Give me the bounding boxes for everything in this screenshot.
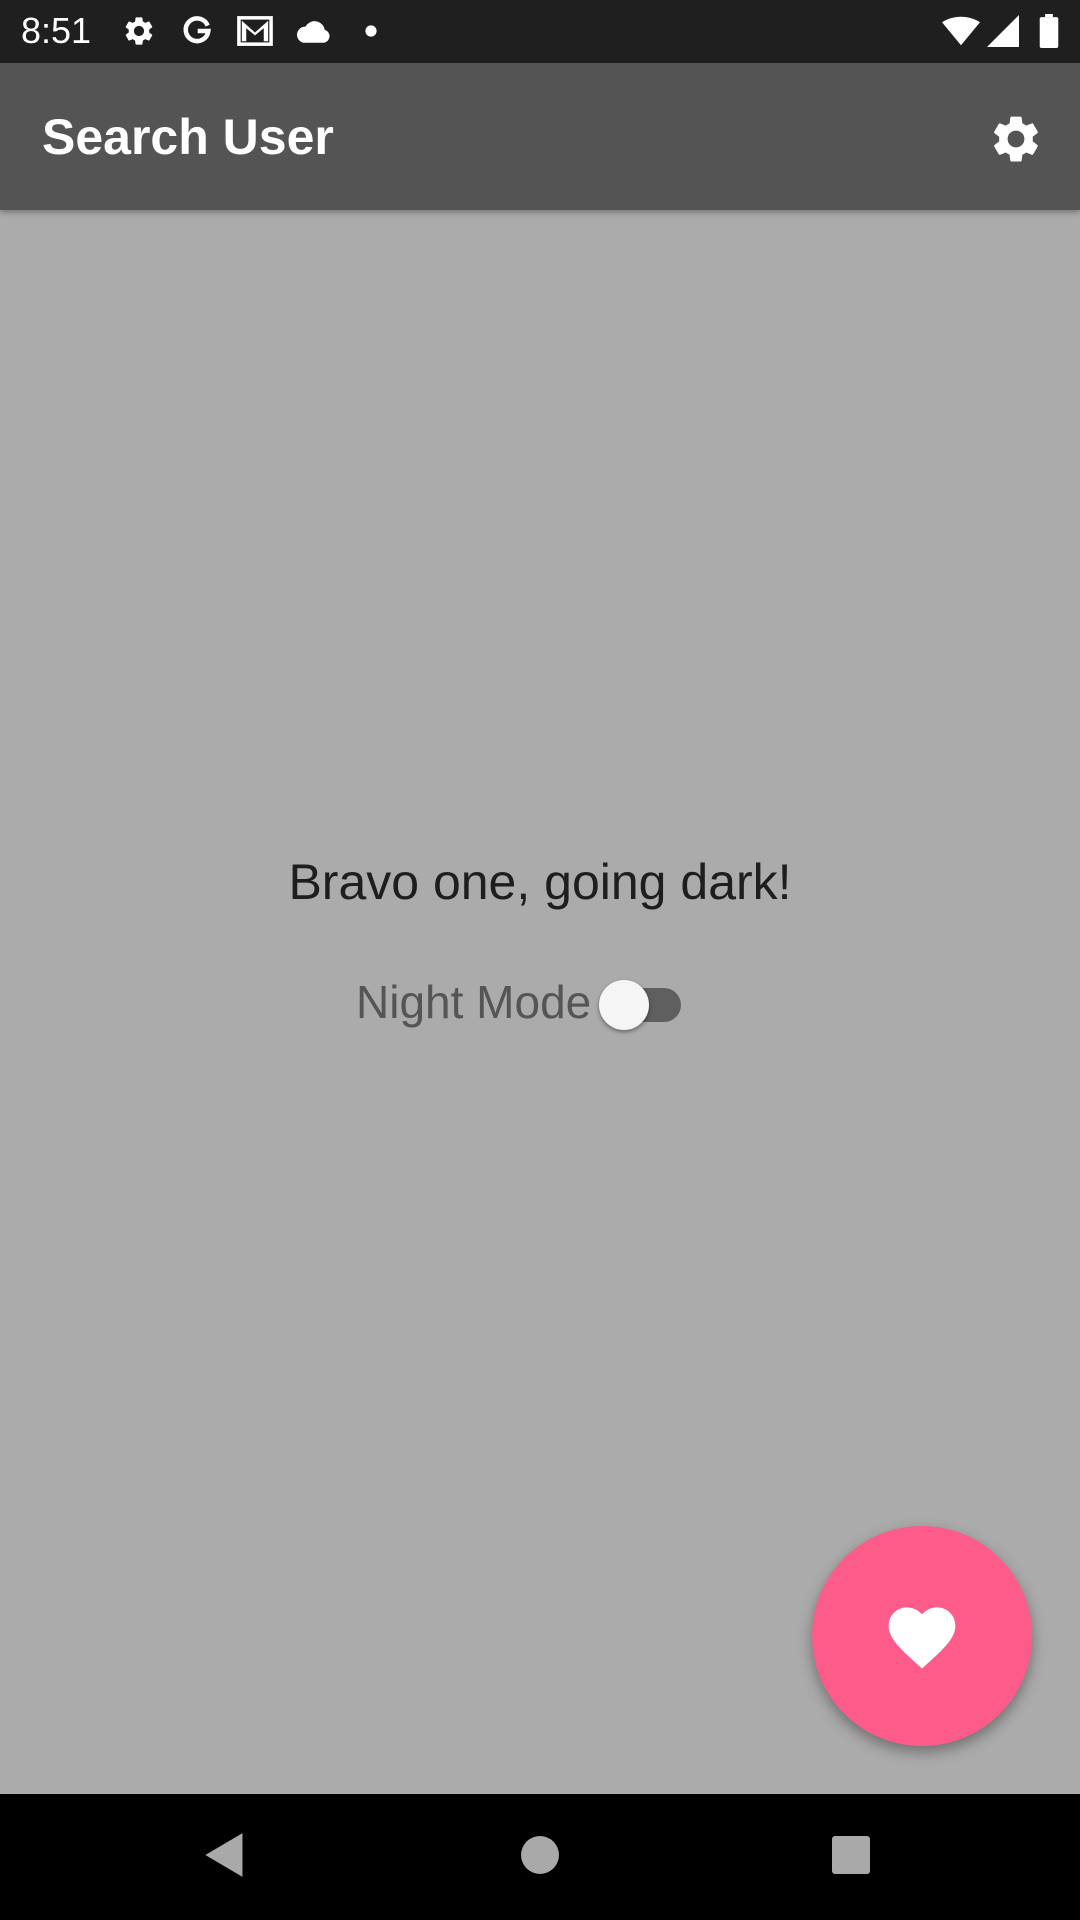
status-time: 8:51 <box>21 10 92 51</box>
night-mode-row: Night Mode <box>356 970 685 1034</box>
page-title: Search User <box>42 109 334 165</box>
back-button[interactable] <box>190 1822 260 1892</box>
home-icon <box>520 1835 560 1880</box>
cloud-icon <box>294 12 332 50</box>
recents-icon <box>831 1835 871 1880</box>
battery-icon <box>1030 12 1068 50</box>
status-bar: 8:51 <box>0 0 1080 63</box>
back-icon <box>203 1831 247 1884</box>
gmail-icon <box>236 12 274 50</box>
switch-thumb <box>599 980 650 1030</box>
favorite-fab-button[interactable] <box>812 1526 1032 1746</box>
heart-icon <box>882 1596 962 1677</box>
google-icon <box>178 12 216 50</box>
dot-icon <box>352 12 390 50</box>
navigation-bar <box>0 1794 1080 1920</box>
home-button[interactable] <box>505 1822 575 1892</box>
screen: 8:51 Search User Bravo one, going dark! … <box>0 0 1080 1920</box>
gear-icon <box>120 12 158 50</box>
headline-text: Bravo one, going dark! <box>288 854 792 910</box>
gear-icon <box>988 111 1044 172</box>
wifi-icon <box>942 12 980 50</box>
night-mode-switch[interactable] <box>599 970 685 1034</box>
settings-button[interactable] <box>978 103 1054 179</box>
night-mode-label: Night Mode <box>356 976 592 1028</box>
signal-icon <box>984 12 1022 50</box>
recents-button[interactable] <box>816 1822 886 1892</box>
app-bar: Search User <box>0 63 1080 210</box>
